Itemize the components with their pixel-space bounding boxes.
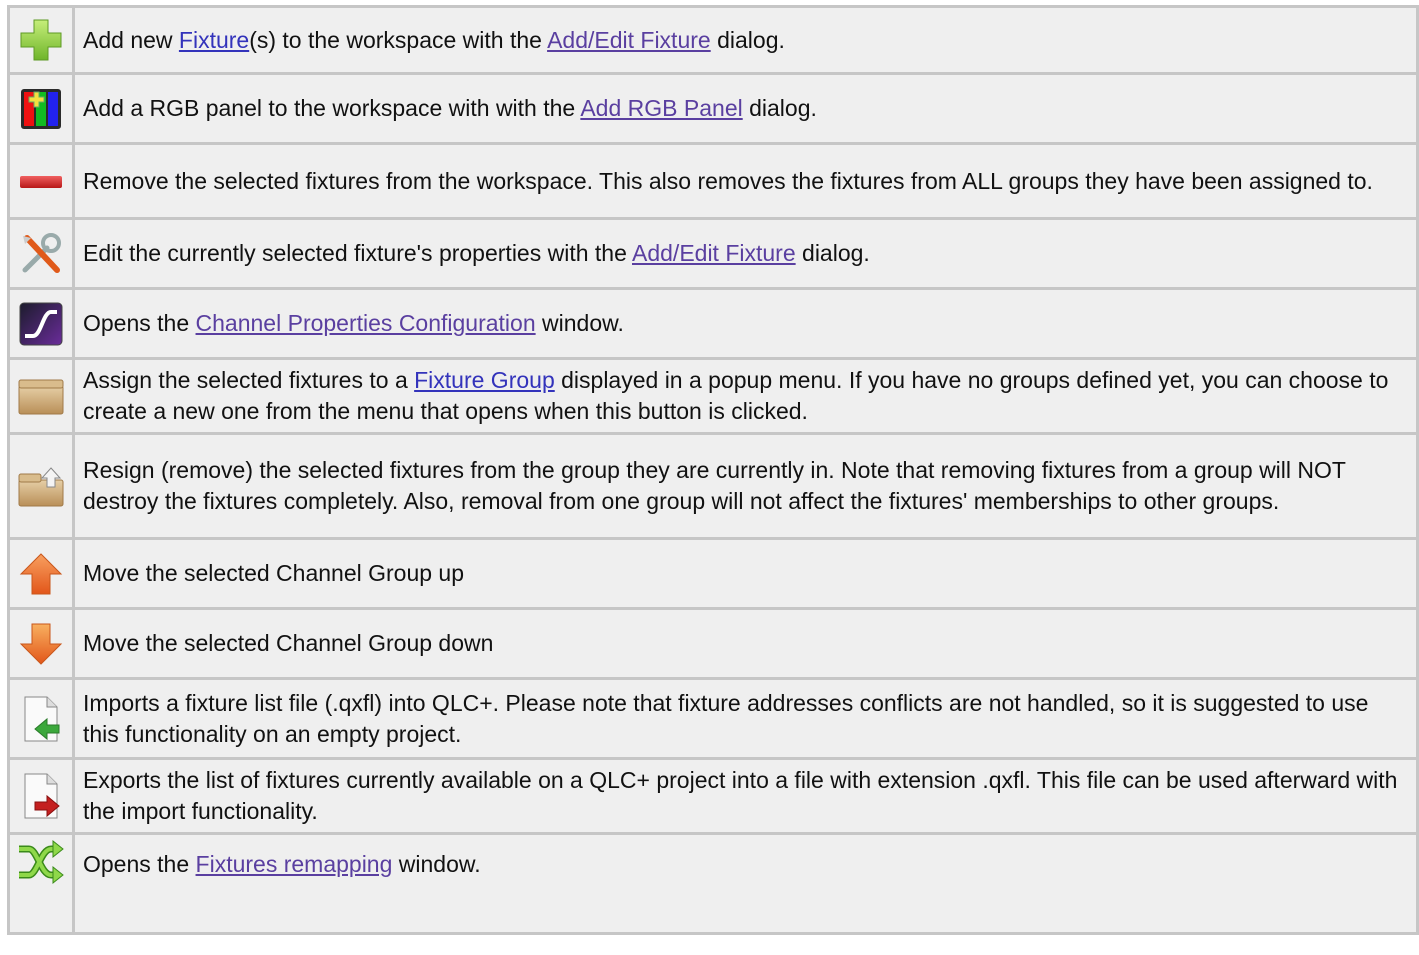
icon-cell [7, 290, 75, 360]
desc-text: dialog. [795, 240, 870, 266]
description-cell: Edit the currently selected fixture's pr… [75, 220, 1419, 290]
add-plus-icon [19, 18, 63, 62]
ungroup-box-icon [17, 464, 65, 508]
description-cell: Add new Fixture(s) to the workspace with… [75, 5, 1419, 75]
icon-cell [7, 760, 75, 835]
desc-text: window. [535, 310, 624, 336]
add-rgb-panel-link[interactable]: Add RGB Panel [580, 95, 742, 121]
table-row: Add new Fixture(s) to the workspace with… [7, 5, 1419, 75]
table-row: Add a RGB panel to the workspace with wi… [7, 75, 1419, 145]
table-row: Remove the selected fixtures from the wo… [7, 145, 1419, 220]
add-edit-fixture-link[interactable]: Add/Edit Fixture [632, 240, 796, 266]
add-edit-fixture-link[interactable]: Add/Edit Fixture [547, 27, 711, 53]
desc-text: Opens the [83, 851, 196, 877]
icon-cell [7, 220, 75, 290]
description-cell: Add a RGB panel to the workspace with wi… [75, 75, 1419, 145]
channel-properties-icon [19, 302, 63, 346]
description-cell: Move the selected Channel Group down [75, 610, 1419, 680]
icon-cell [7, 680, 75, 760]
table-row: Opens the Fixtures remapping window. [7, 835, 1419, 935]
remove-minus-icon [19, 174, 63, 190]
table-row: Resign (remove) the selected fixtures fr… [7, 435, 1419, 540]
icon-cell [7, 75, 75, 145]
export-file-icon [19, 772, 63, 820]
description-cell: Assign the selected fixtures to a Fixtur… [75, 360, 1419, 435]
icon-cell [7, 835, 75, 935]
desc-text: Edit the currently selected fixture's pr… [83, 240, 632, 266]
table-row: Imports a fixture list file (.qxfl) into… [7, 680, 1419, 760]
icon-cell [7, 540, 75, 610]
icon-cell [7, 360, 75, 435]
fixture-link[interactable]: Fixture [179, 27, 249, 53]
arrow-down-icon [19, 622, 63, 666]
description-cell: Opens the Fixtures remapping window. [75, 835, 1419, 935]
description-cell: Exports the list of fixtures currently a… [75, 760, 1419, 835]
description-cell: Move the selected Channel Group up [75, 540, 1419, 610]
desc-text: Add a RGB panel to the workspace with wi… [83, 95, 581, 121]
table-row: Move the selected Channel Group up [7, 540, 1419, 610]
desc-text: dialog. [742, 95, 817, 121]
desc-text: window. [392, 851, 481, 877]
icon-cell [7, 145, 75, 220]
rgb-panel-icon [20, 88, 62, 130]
toolbar-icons-table: Add new Fixture(s) to the workspace with… [7, 5, 1419, 935]
description-cell: Remove the selected fixtures from the wo… [75, 145, 1419, 220]
table-row: Assign the selected fixtures to a Fixtur… [7, 360, 1419, 435]
desc-text: Assign the selected fixtures to a [83, 367, 415, 393]
import-file-icon [19, 695, 63, 743]
arrow-up-icon [19, 552, 63, 596]
configure-tools-icon [19, 232, 63, 276]
table-row: Move the selected Channel Group down [7, 610, 1419, 680]
desc-text: (s) to the workspace with the [249, 26, 548, 53]
channel-properties-link[interactable]: Channel Properties Configuration [196, 310, 536, 336]
remap-shuffle-icon [17, 839, 65, 885]
group-box-icon [17, 376, 65, 416]
description-cell: Resign (remove) the selected fixtures fr… [75, 435, 1419, 540]
desc-text: dialog. [710, 26, 785, 53]
table-row: Opens the Channel Properties Configurati… [7, 290, 1419, 360]
desc-text: Add new [83, 26, 179, 53]
icon-cell [7, 5, 75, 75]
description-cell: Opens the Channel Properties Configurati… [75, 290, 1419, 360]
icon-cell [7, 610, 75, 680]
description-cell: Imports a fixture list file (.qxfl) into… [75, 680, 1419, 760]
desc-text: Opens the [83, 310, 196, 336]
table-row: Exports the list of fixtures currently a… [7, 760, 1419, 835]
fixture-group-link[interactable]: Fixture Group [414, 367, 555, 393]
fixtures-remapping-link[interactable]: Fixtures remapping [196, 851, 393, 877]
table-row: Edit the currently selected fixture's pr… [7, 220, 1419, 290]
icon-cell [7, 435, 75, 540]
